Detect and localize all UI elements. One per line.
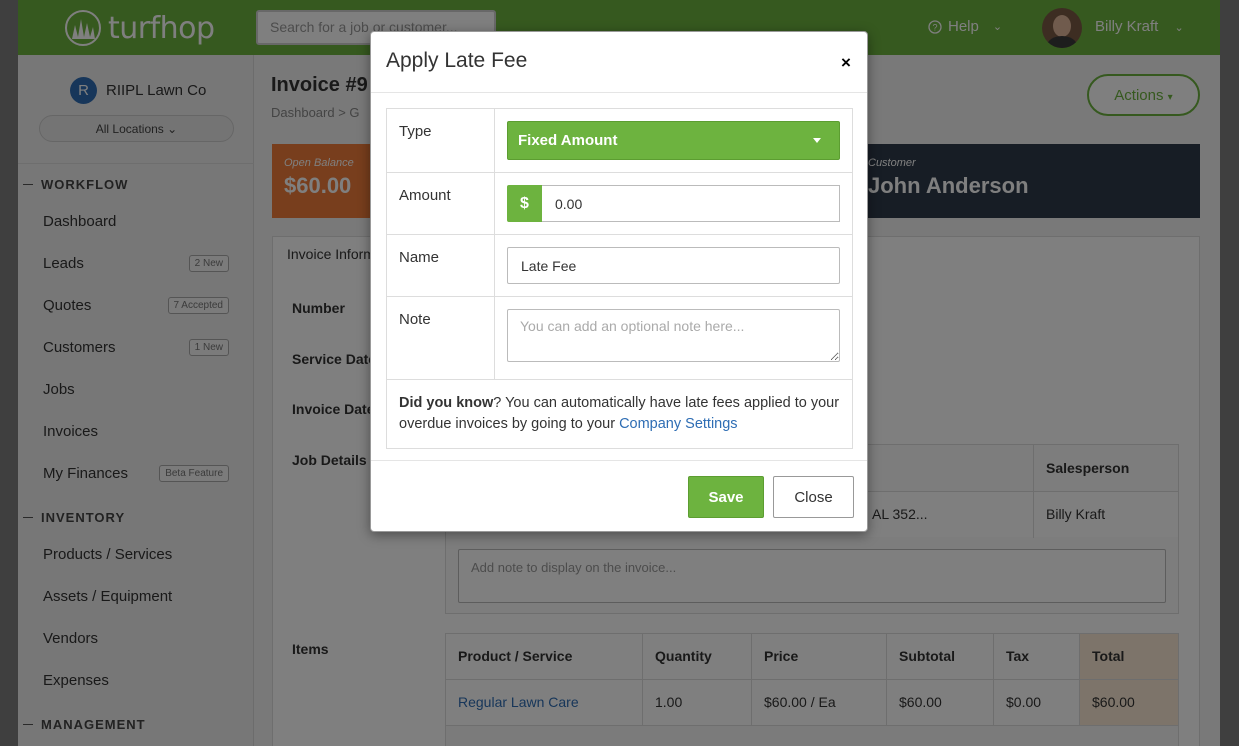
type-select[interactable]: Fixed Amount	[507, 121, 840, 160]
amount-input-group: $	[507, 185, 840, 222]
form-row-type: Type Fixed Amount	[387, 109, 852, 173]
late-fee-form: Type Fixed Amount Amount $ Name	[386, 108, 853, 449]
company-settings-link[interactable]: Company Settings	[619, 416, 737, 432]
modal-footer: Save Close	[371, 460, 867, 532]
amount-label: Amount	[387, 173, 495, 234]
close-icon[interactable]: ×	[841, 54, 851, 71]
apply-late-fee-modal: Apply Late Fee × Type Fixed Amount Amoun…	[370, 31, 868, 532]
form-row-amount: Amount $	[387, 173, 852, 235]
modal-title: Apply Late Fee	[386, 49, 528, 72]
close-button[interactable]: Close	[773, 476, 854, 518]
form-row-name: Name	[387, 235, 852, 297]
name-input[interactable]	[507, 247, 840, 284]
form-row-note: Note	[387, 297, 852, 380]
late-fee-tip: Did you know? You can automatically have…	[387, 380, 852, 448]
modal-header: Apply Late Fee ×	[371, 32, 867, 93]
dollar-icon: $	[507, 185, 542, 222]
tip-heading: Did you know	[399, 395, 494, 411]
type-select-value: Fixed Amount	[518, 132, 618, 149]
name-label: Name	[387, 235, 495, 296]
save-button[interactable]: Save	[688, 476, 764, 518]
note-textarea[interactable]	[507, 309, 840, 362]
note-label: Note	[387, 297, 495, 379]
amount-input[interactable]	[542, 185, 840, 222]
caret-down-icon	[813, 138, 821, 143]
type-label: Type	[387, 109, 495, 172]
